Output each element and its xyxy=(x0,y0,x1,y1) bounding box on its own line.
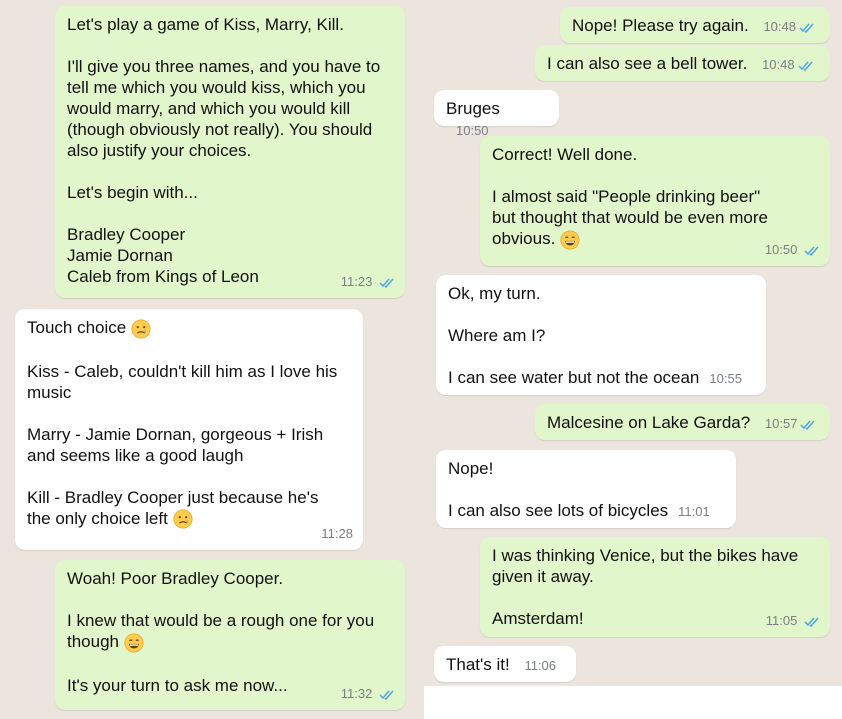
message-text: Where am I? xyxy=(448,326,546,345)
message-text: but thought that would be even more xyxy=(492,208,768,227)
message-meta: 10:48 xyxy=(762,57,814,72)
message-meta: 11:23 xyxy=(341,271,395,292)
chat-panel-right: Nope! Please try again. 10:48 I can also… xyxy=(424,0,842,719)
chat-panel-left: Let's play a game of Kiss, Marry, Kill. … xyxy=(0,0,420,719)
sad-tear-emoji-icon xyxy=(131,318,151,339)
message-meta: 10:48 xyxy=(763,19,815,34)
message-timestamp: 11:01 xyxy=(678,504,710,519)
message-text: Bradley Cooper xyxy=(67,225,186,244)
double-check-icon xyxy=(798,61,813,72)
message-timestamp: 10:55 xyxy=(709,371,742,386)
message-meta: 10:50 xyxy=(765,239,820,260)
message-meta: 11:05 xyxy=(766,610,820,631)
message-text: would marry, and which you would kill xyxy=(67,99,351,118)
message-text: I can see water but not the ocean xyxy=(448,368,700,387)
message-meta: 11:32 xyxy=(341,683,395,704)
grinning-emoji-icon xyxy=(124,632,144,653)
message-text: Correct! Well done. xyxy=(492,145,638,164)
message-text: I knew that would be a rough one for you xyxy=(67,611,375,630)
message-timestamp: 10:50 xyxy=(764,242,798,257)
message-bubble-outgoing[interactable]: I was thinking Venice, but the bikes hav… xyxy=(480,537,830,637)
message-text: though xyxy=(67,632,119,651)
message-timestamp: 10:50 xyxy=(456,123,489,138)
message-bubble-outgoing[interactable]: Malcesine on Lake Garda? 10:57 xyxy=(535,404,830,440)
message-text: (though obviously not really). You shoul… xyxy=(67,120,373,139)
message-text: Marry - Jamie Dornan, gorgeous + Irish xyxy=(27,424,324,444)
message-meta: 10:57 xyxy=(765,416,817,431)
message-timestamp: 11:06 xyxy=(524,658,557,673)
message-timestamp: 10:48 xyxy=(763,19,796,34)
message-timestamp: 11:05 xyxy=(765,613,798,628)
message-bubble-outgoing[interactable]: I can also see a bell tower. 10:48 xyxy=(535,45,830,81)
message-text: Malcesine on Lake Garda? xyxy=(547,413,751,432)
message-timestamp: 11:28 xyxy=(321,526,353,541)
message-timestamp: 10:57 xyxy=(764,416,798,431)
message-text: I was thinking Venice, but the bikes hav… xyxy=(492,546,799,565)
message-text: Nope! Please try again. xyxy=(572,16,749,35)
grinning-emoji-icon xyxy=(560,229,580,250)
blank-area xyxy=(424,686,842,719)
message-text: Touch choice xyxy=(27,318,127,337)
message-text: and seems like a good laugh xyxy=(27,445,244,465)
message-text: Ok, my turn. xyxy=(448,284,541,303)
message-timestamp: 11:32 xyxy=(340,686,373,701)
message-text: Kiss - Caleb, couldn't kill him as I lov… xyxy=(27,361,338,381)
message-text: Jamie Dornan xyxy=(67,246,173,265)
message-bubble-outgoing[interactable]: Let's play a game of Kiss, Marry, Kill. … xyxy=(55,6,405,298)
double-check-icon xyxy=(804,246,819,257)
message-bubble-outgoing[interactable]: Nope! Please try again. 10:48 xyxy=(560,7,830,43)
message-bubble-incoming[interactable]: Ok, my turn. Where am I? I can see water… xyxy=(436,275,766,395)
double-check-icon xyxy=(800,420,816,431)
double-check-icon xyxy=(379,278,394,289)
message-text: That's it! xyxy=(446,655,510,674)
message-text: I almost said "People drinking beer" xyxy=(492,187,761,206)
message-text: Let's play a game of Kiss, Marry, Kill. xyxy=(67,15,344,34)
message-timestamp: 11:23 xyxy=(340,274,373,289)
message-text: I can also see lots of bicycles xyxy=(448,501,669,520)
message-text: I can also see a bell tower. xyxy=(547,54,748,73)
message-text: Woah! Poor Bradley Cooper. xyxy=(67,569,284,588)
sad-tear-emoji-icon xyxy=(173,509,193,529)
message-bubble-incoming[interactable]: Touch choice Kiss - Caleb, couldn't kill… xyxy=(15,309,363,550)
message-text: given it away. xyxy=(492,567,594,586)
double-check-icon xyxy=(804,617,819,628)
message-text: obvious. xyxy=(492,229,556,248)
message-bubble-incoming[interactable]: Bruges 10:50 xyxy=(434,90,559,138)
message-timestamp: 10:48 xyxy=(762,57,795,72)
message-bubble-incoming[interactable]: That's it! 11:06 xyxy=(434,646,576,682)
message-bubble-outgoing[interactable]: Correct! Well done. I almost said "Peopl… xyxy=(480,136,830,266)
message-text: Kill - Bradley Cooper just because he's xyxy=(27,487,319,507)
message-text: Bruges xyxy=(446,99,500,118)
message-text: Let's begin with... xyxy=(67,183,198,202)
message-bubble-outgoing[interactable]: Woah! Poor Bradley Cooper. I knew that w… xyxy=(55,560,405,710)
message-text: I'll give you three names, and you have … xyxy=(67,57,381,76)
double-check-icon xyxy=(379,690,394,701)
message-text: tell me which you would kiss, which you xyxy=(67,78,366,97)
message-text: music xyxy=(27,382,72,402)
message-text: the only choice left xyxy=(27,508,168,528)
message-text: Nope! xyxy=(448,459,494,478)
message-text: also justify your choices. xyxy=(67,141,252,160)
double-check-icon xyxy=(799,23,814,34)
message-bubble-incoming[interactable]: Nope! I can also see lots of bicycles 11:… xyxy=(436,450,736,528)
